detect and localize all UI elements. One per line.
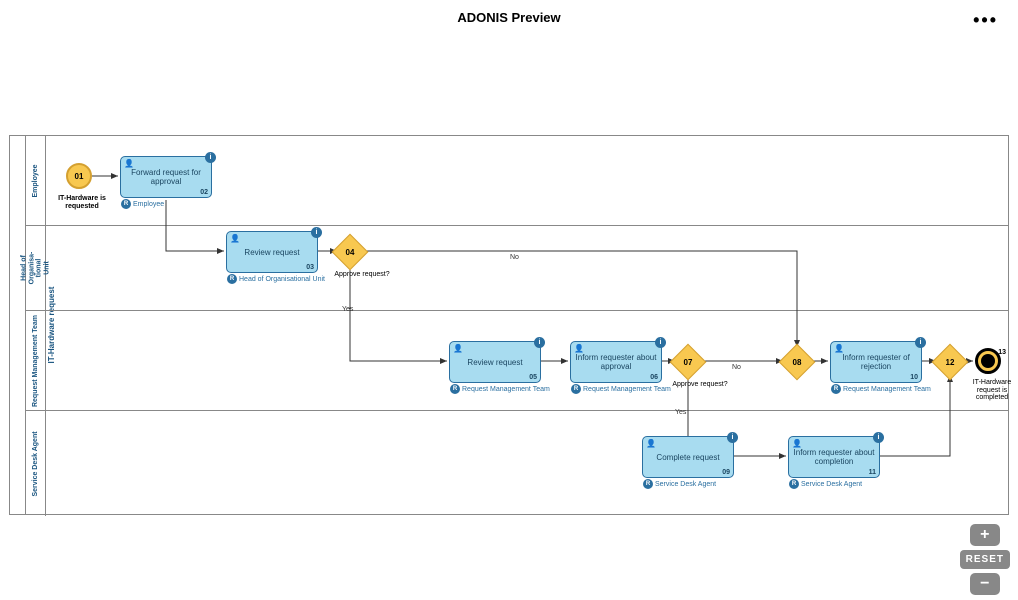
task-role: Service Desk Agent [643, 479, 716, 489]
task-num: 11 [869, 469, 876, 476]
diagram-canvas[interactable]: IT-Hardware request Employee Head of Org… [9, 135, 1009, 515]
user-icon: 👤 [124, 159, 134, 168]
task-role: Employee [121, 199, 164, 209]
page-title: ADONIS Preview [457, 10, 560, 25]
flow-label-no: No [510, 254, 519, 261]
task-role: Request Management Team [571, 384, 671, 394]
task-label: Forward request for approval [125, 168, 207, 186]
task-num: 09 [722, 469, 730, 476]
task-inform-rejection[interactable]: 👤 Inform requester of rejection 10 i Req… [830, 341, 922, 383]
user-icon: 👤 [453, 344, 463, 353]
task-role: Request Management Team [450, 384, 550, 394]
gateway-label: Approve request? [670, 381, 730, 389]
task-label: Complete request [656, 453, 719, 462]
more-menu-button[interactable]: ••• [973, 10, 998, 31]
task-label: Review request [244, 248, 299, 257]
event-num: 01 [75, 172, 84, 181]
task-num: 02 [200, 189, 208, 196]
header: ADONIS Preview ••• [0, 0, 1018, 45]
gateway-num: 12 [946, 358, 955, 367]
task-num: 03 [306, 264, 314, 271]
user-icon: 👤 [574, 344, 584, 353]
info-icon[interactable]: i [311, 227, 322, 238]
task-label: Inform requester about completion [793, 448, 875, 466]
task-num: 10 [910, 374, 918, 381]
lane-label-text: Employee [32, 164, 40, 197]
info-icon[interactable]: i [915, 337, 926, 348]
event-label: IT-Hardware is requested [52, 195, 112, 210]
info-icon[interactable]: i [727, 432, 738, 443]
gateway-num: 08 [793, 358, 802, 367]
user-icon: 👤 [792, 439, 802, 448]
lane-label-text: Head of Organisa- tional Unit [20, 252, 51, 285]
lane-label: Employee [26, 136, 46, 225]
task-label: Inform requester of rejection [835, 353, 917, 371]
task-num: 05 [529, 374, 537, 381]
zoom-in-button[interactable]: + [970, 524, 1000, 546]
lane-label: Service Desk Agent [26, 411, 46, 516]
info-icon[interactable]: i [534, 337, 545, 348]
task-role: Head of Organisational Unit [227, 274, 325, 284]
user-icon: 👤 [646, 439, 656, 448]
lane-head: Head of Organisa- tional Unit [26, 226, 1008, 311]
task-role: Request Management Team [831, 384, 931, 394]
zoom-controls: + RESET − [960, 524, 1010, 595]
flow-label-no: No [732, 364, 741, 371]
task-inform-completion[interactable]: 👤 Inform requester about completion 11 i… [788, 436, 880, 478]
task-label: Review request [467, 358, 522, 367]
zoom-reset-button[interactable]: RESET [960, 550, 1010, 569]
task-role: Service Desk Agent [789, 479, 862, 489]
gateway-num: 07 [684, 358, 693, 367]
task-complete-request[interactable]: 👤 Complete request 09 i Service Desk Age… [642, 436, 734, 478]
task-num: 06 [650, 374, 658, 381]
task-forward-request[interactable]: 👤 Forward request for approval 02 i Empl… [120, 156, 212, 198]
lane-label: Head of Organisa- tional Unit [26, 226, 46, 310]
zoom-out-button[interactable]: − [970, 573, 1000, 595]
gateway-label: Approve request? [332, 271, 392, 279]
info-icon[interactable]: i [655, 337, 666, 348]
task-label: Inform requester about approval [575, 353, 657, 371]
lane-label: Request Management Team [26, 311, 46, 410]
user-icon: 👤 [230, 234, 240, 243]
event-label: IT-Hardware request is completed [962, 379, 1018, 402]
user-icon: 👤 [834, 344, 844, 353]
task-review-request-1[interactable]: 👤 Review request 03 i Head of Organisati… [226, 231, 318, 273]
flow-label-yes: Yes [342, 306, 353, 313]
task-inform-approval[interactable]: 👤 Inform requester about approval 06 i R… [570, 341, 662, 383]
info-icon[interactable]: i [205, 152, 216, 163]
lane-label-text: Service Desk Agent [32, 431, 40, 496]
start-event[interactable]: 01 IT-Hardware is requested [66, 163, 92, 189]
task-review-request-2[interactable]: 👤 Review request 05 i Request Management… [449, 341, 541, 383]
event-num: 13 [998, 349, 1006, 356]
gateway-num: 04 [346, 248, 355, 257]
pool-label: IT-Hardware request [10, 136, 26, 514]
flow-label-yes: Yes [675, 409, 686, 416]
lane-label-text: Request Management Team [32, 314, 40, 406]
info-icon[interactable]: i [873, 432, 884, 443]
end-event[interactable]: 13 IT-Hardware request is completed [975, 348, 1001, 374]
